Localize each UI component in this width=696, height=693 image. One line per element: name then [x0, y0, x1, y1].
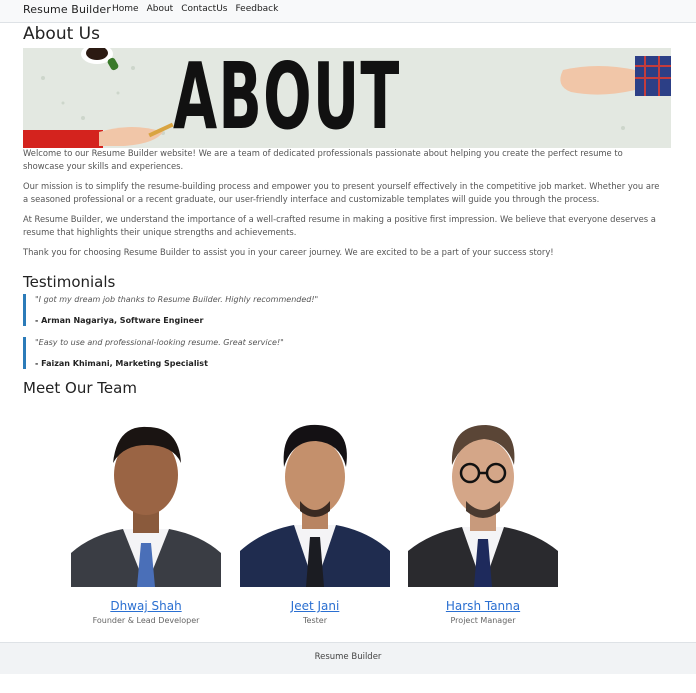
nav-link-home[interactable]: Home [112, 4, 139, 14]
banner-heading-text: ABOUT US [173, 48, 401, 148]
navbar-brand[interactable]: Resume Builder [23, 3, 111, 16]
nav-links: Home About ContactUs Feedback [112, 4, 278, 14]
about-paragraph-1: Welcome to our Resume Builder website! W… [23, 148, 623, 171]
team-member-photo [71, 415, 221, 587]
team-member-role: Project Manager [450, 616, 516, 625]
nav-link-contactus[interactable]: ContactUs [181, 4, 227, 14]
team-member-card: Dhwaj Shah Founder & Lead Developer [71, 415, 221, 625]
team-member-name-link[interactable]: Dhwaj Shah [71, 599, 221, 613]
about-paragraph-2: Our mission is to simplify the resume-bu… [23, 181, 660, 204]
team-member-card: Harsh Tanna Project Manager [408, 415, 558, 625]
about-paragraph-4: Thank you for choosing Resume Builder to… [23, 247, 554, 257]
team-member-photo [408, 415, 558, 587]
testimonial-author: - Arman Nagariya, Software Engineer [35, 316, 204, 325]
navbar: Resume Builder Home About ContactUs Feed… [0, 0, 696, 23]
team-member-role: Tester [303, 616, 327, 625]
footer: Resume Builder [0, 642, 696, 674]
testimonials-title: Testimonials [23, 273, 116, 291]
about-paragraph-3: At Resume Builder, we understand the imp… [23, 214, 656, 237]
testimonial-card: "I got my dream job thanks to Resume Bui… [23, 294, 663, 326]
about-title: About Us [23, 24, 100, 44]
testimonial-quote: "I got my dream job thanks to Resume Bui… [35, 295, 319, 304]
nav-link-about[interactable]: About [147, 4, 174, 14]
team-member-name-link[interactable]: Harsh Tanna [408, 599, 558, 613]
team-member-role: Founder & Lead Developer [92, 616, 200, 625]
team-member-card: Jeet Jani Tester [240, 415, 390, 625]
testimonial-author: - Faizan Khimani, Marketing Specialist [35, 359, 208, 368]
nav-link-feedback[interactable]: Feedback [235, 4, 278, 14]
footer-text: Resume Builder [314, 652, 382, 662]
testimonial-card: "Easy to use and professional-looking re… [23, 337, 663, 369]
team-title: Meet Our Team [23, 379, 137, 397]
testimonial-quote: "Easy to use and professional-looking re… [35, 338, 284, 347]
team-member-photo [240, 415, 390, 587]
team-member-name-link[interactable]: Jeet Jani [240, 599, 390, 613]
about-banner-image: ABOUT US [23, 48, 671, 148]
